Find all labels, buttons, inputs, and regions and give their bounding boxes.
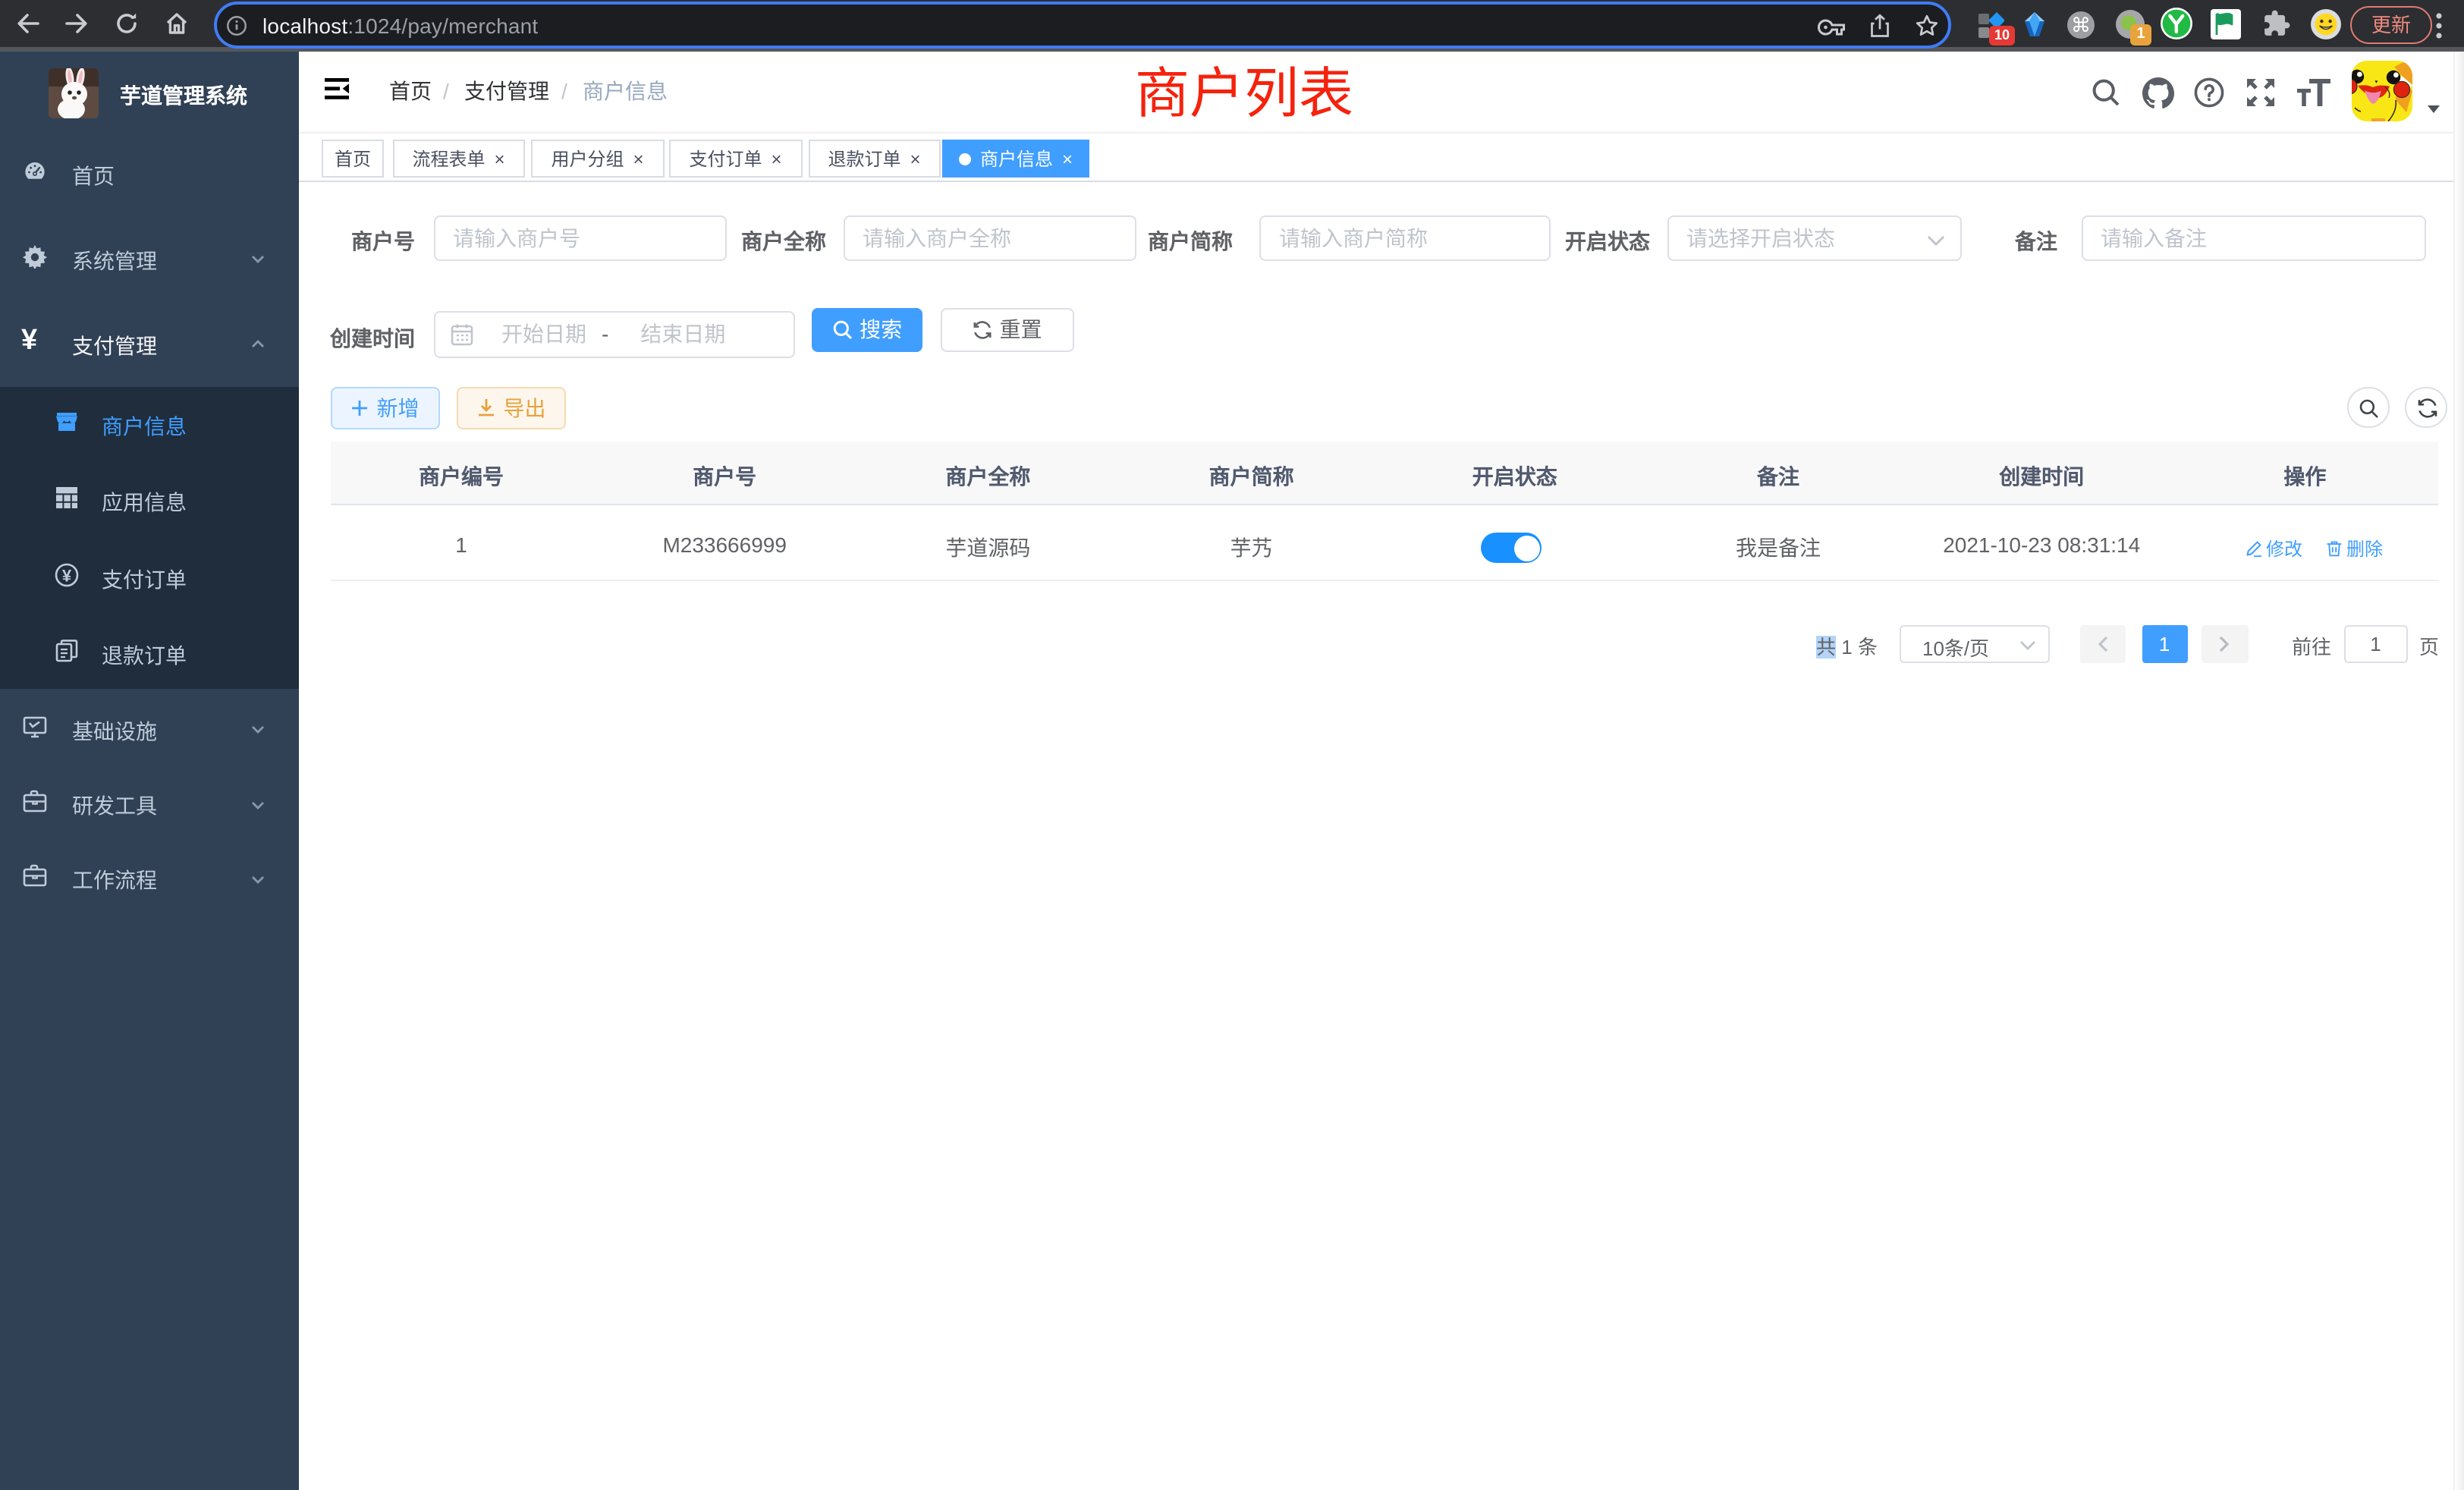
svg-text:⌘: ⌘: [2071, 14, 2091, 36]
svg-text:¥: ¥: [62, 566, 72, 585]
